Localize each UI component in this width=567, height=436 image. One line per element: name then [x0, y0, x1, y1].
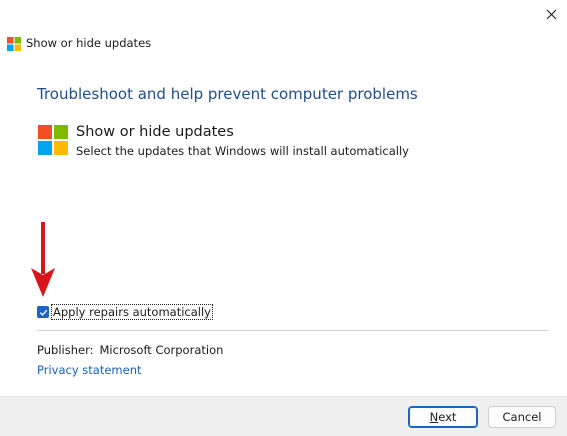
window-title: Show or hide updates: [26, 36, 152, 50]
troubleshooter-description: Select the updates that Windows will ins…: [76, 144, 409, 158]
next-label-rest: ext: [438, 410, 457, 424]
close-icon: [546, 9, 557, 19]
red-arrow-icon: [31, 222, 55, 297]
apply-repairs-label[interactable]: Apply repairs automatically: [51, 304, 213, 320]
next-accelerator: N: [429, 410, 439, 424]
next-button[interactable]: Next: [408, 406, 478, 428]
checkmark-icon: [39, 309, 47, 316]
divider: [37, 330, 549, 331]
apply-repairs-checkbox[interactable]: [37, 306, 49, 318]
close-button[interactable]: [536, 0, 567, 28]
troubleshooter-dialog: Show or hide updates Troubleshoot and he…: [0, 0, 567, 436]
troubleshooter-title: Show or hide updates: [76, 124, 234, 140]
publisher-info: Publisher: Microsoft Corporation: [37, 343, 223, 357]
publisher-value: Microsoft Corporation: [99, 343, 224, 357]
cancel-button[interactable]: Cancel: [488, 406, 556, 428]
dialog-footer: Next Cancel: [0, 396, 567, 436]
windows-logo-icon: [38, 125, 68, 155]
page-heading: Troubleshoot and help prevent computer p…: [37, 85, 418, 103]
apply-repairs-checkbox-row[interactable]: Apply repairs automatically: [37, 304, 213, 320]
title-bar: Show or hide updates: [0, 0, 567, 72]
privacy-statement-link[interactable]: Privacy statement: [37, 363, 142, 377]
windows-logo-icon: [7, 37, 21, 51]
publisher-label: Publisher:: [37, 343, 94, 357]
